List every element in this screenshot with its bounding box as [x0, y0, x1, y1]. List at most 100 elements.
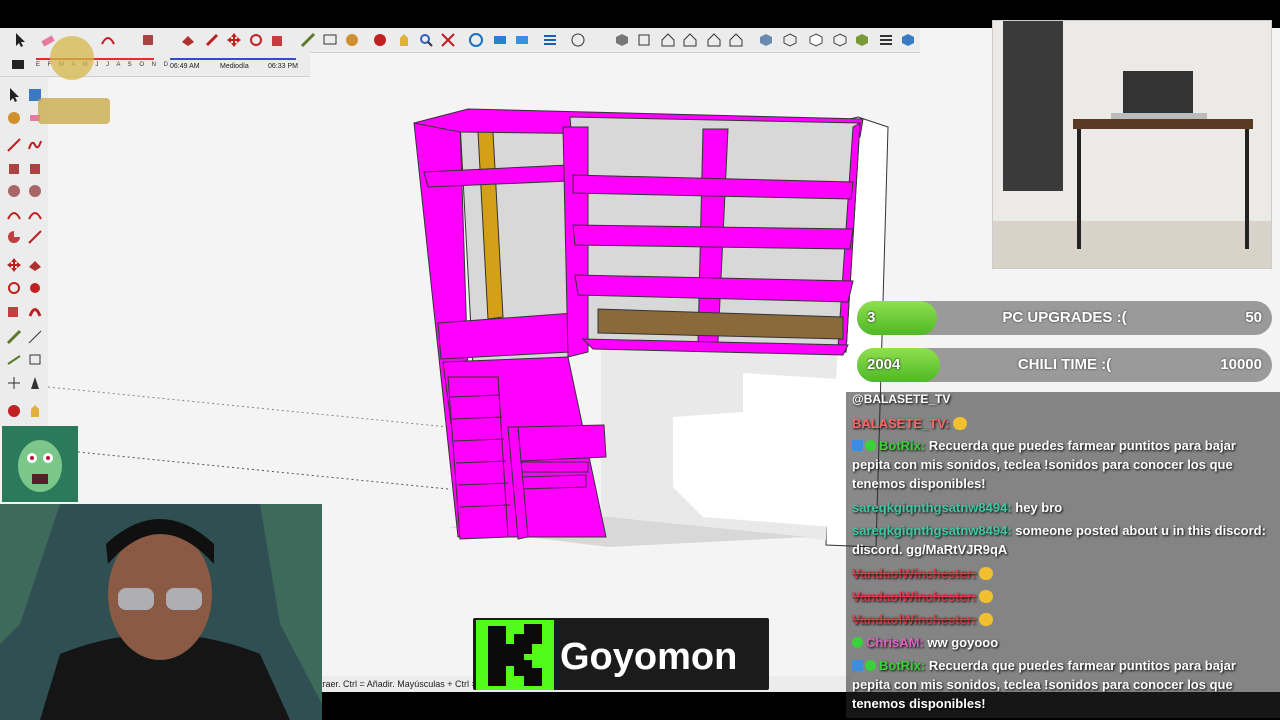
shadows-toggle-icon[interactable]: [10, 56, 26, 72]
scale-tool-icon[interactable]: [6, 303, 22, 319]
kick-channel-name: Goyomon: [560, 636, 738, 678]
select-arrow-icon[interactable]: [12, 32, 28, 48]
geo-location-icon[interactable]: [570, 32, 586, 48]
time-slider[interactable]: [170, 58, 296, 60]
dimension-tool-icon[interactable]: [27, 329, 43, 345]
verified-badge-icon: [852, 440, 863, 451]
orbit-tool-icon[interactable]: [6, 403, 22, 419]
protractor-tool-icon[interactable]: [6, 352, 22, 368]
rectangle-icon[interactable]: [140, 32, 156, 48]
move-tool-icon[interactable]: [6, 257, 22, 273]
chat-user: sareqkgiqnthgsatnw8494:: [852, 500, 1012, 515]
bot-badge-icon: [865, 440, 876, 451]
bot-badge-icon: [865, 660, 876, 671]
chat-user: ChrisAM:: [866, 635, 924, 650]
chat-message: VandaolWinchester:: [852, 610, 1272, 629]
paint-tool-icon[interactable]: [6, 110, 22, 126]
paint-bucket-icon[interactable]: [344, 32, 360, 48]
text-tool-icon[interactable]: [27, 352, 43, 368]
line-tool-icon[interactable]: [6, 137, 22, 153]
time-mid-label: Mediodía: [220, 63, 249, 70]
pan-icon[interactable]: [396, 32, 412, 48]
xray-icon[interactable]: [758, 32, 774, 48]
desk-image: [992, 20, 1272, 269]
webcam-feed: [0, 504, 322, 720]
chat-message: ChrisAM: ww goyooo: [852, 633, 1272, 652]
text-icon[interactable]: [322, 32, 338, 48]
goal-title: CHILI TIME :(: [1017, 356, 1112, 373]
components-icon[interactable]: [492, 32, 508, 48]
back-view-icon[interactable]: [706, 32, 722, 48]
right-view-icon[interactable]: [682, 32, 698, 48]
goal-target: 50: [1245, 309, 1262, 326]
styles-icon[interactable]: [514, 32, 530, 48]
select-tool-icon[interactable]: [6, 87, 22, 103]
orbit-icon[interactable]: [372, 32, 388, 48]
two-point-arc-tool-icon[interactable]: [27, 207, 43, 223]
rotated-rect-tool-icon[interactable]: [27, 161, 43, 177]
push-pull-icon[interactable]: [180, 32, 196, 48]
goal-current: 3: [867, 309, 876, 326]
freehand-tool-icon[interactable]: [27, 137, 43, 153]
rotate-icon[interactable]: [248, 32, 264, 48]
view-edges-icon[interactable]: [900, 32, 916, 48]
verified-badge-icon: [852, 660, 863, 671]
hidden-line-icon[interactable]: [808, 32, 824, 48]
circle-tool-icon[interactable]: [6, 183, 22, 199]
arc-tool-icon[interactable]: [6, 207, 22, 223]
three-point-arc-tool-icon[interactable]: [27, 229, 43, 245]
pan-tool-icon[interactable]: [27, 403, 43, 419]
goal-current: 2004: [867, 356, 901, 373]
section-icon[interactable]: [468, 32, 484, 48]
chat-message: BALASETE_TV:: [852, 414, 1272, 433]
badge-icon: [852, 637, 863, 648]
kick-logo-icon: [476, 620, 554, 690]
polygon-tool-icon[interactable]: [27, 183, 43, 199]
left-view-icon[interactable]: [728, 32, 744, 48]
chat-message: sareqkgiqnthgsatnw8494: someone posted a…: [852, 521, 1272, 559]
rotate-tool-icon[interactable]: [6, 280, 22, 296]
pie-tool-icon[interactable]: [6, 229, 22, 245]
layers-icon[interactable]: [542, 32, 558, 48]
offset-tool-icon[interactable]: [27, 303, 43, 319]
top-view-icon[interactable]: [636, 32, 652, 48]
monochrome-icon[interactable]: [878, 32, 894, 48]
zoom-icon[interactable]: [418, 32, 434, 48]
goal-target: 10000: [1220, 356, 1262, 373]
emote-icon: [952, 417, 967, 430]
zoom-extents-icon[interactable]: [440, 32, 456, 48]
shaded-icon[interactable]: [832, 32, 848, 48]
chat-user: VandaolWinchester:: [852, 612, 977, 627]
chat-text: hey bro: [1015, 500, 1063, 515]
time-end-label: 06:33 PM: [268, 63, 298, 70]
left-tool-palette: [0, 77, 49, 427]
chat-user: BotRix:: [879, 438, 926, 453]
mascot-avatar: [2, 426, 78, 502]
chat-user: sareqkgiqnthgsatnw8494:: [852, 523, 1012, 538]
goal-bar-pc-upgrades: PC UPGRADES :( 3 50: [857, 301, 1272, 335]
chat-overlay: @BALASETE_TV BALASETE_TV: BotRix: Recuer…: [846, 392, 1280, 718]
chat-user: VandaolWinchester:: [852, 589, 977, 604]
chat-message: VandaolWinchester:: [852, 564, 1272, 583]
follow-me-tool-icon[interactable]: [27, 280, 43, 296]
tape-measure-icon[interactable]: [300, 32, 316, 48]
push-pull-tool-icon[interactable]: [27, 257, 43, 273]
scale-icon[interactable]: [270, 32, 286, 48]
chat-text: ww goyooo: [927, 635, 999, 650]
tape-tool-icon[interactable]: [6, 329, 22, 345]
move-icon[interactable]: [226, 32, 242, 48]
emote-icon: [979, 590, 994, 603]
rectangle-tool-icon[interactable]: [6, 161, 22, 177]
chat-user: BotRix:: [879, 658, 926, 673]
follow-me-icon[interactable]: [204, 32, 220, 48]
chat-channel: @BALASETE_TV: [852, 392, 951, 406]
iso-view-icon[interactable]: [614, 32, 630, 48]
main-toolbar: [0, 28, 920, 53]
goal-bar-chili-time: CHILI TIME :( 2004 10000: [857, 348, 1272, 382]
goal-title: PC UPGRADES :(: [1002, 309, 1127, 326]
axes-tool-icon[interactable]: [6, 375, 22, 391]
3d-text-tool-icon[interactable]: [27, 375, 43, 391]
wireframe-icon[interactable]: [782, 32, 798, 48]
shaded-textures-icon[interactable]: [854, 32, 870, 48]
front-view-icon[interactable]: [660, 32, 676, 48]
